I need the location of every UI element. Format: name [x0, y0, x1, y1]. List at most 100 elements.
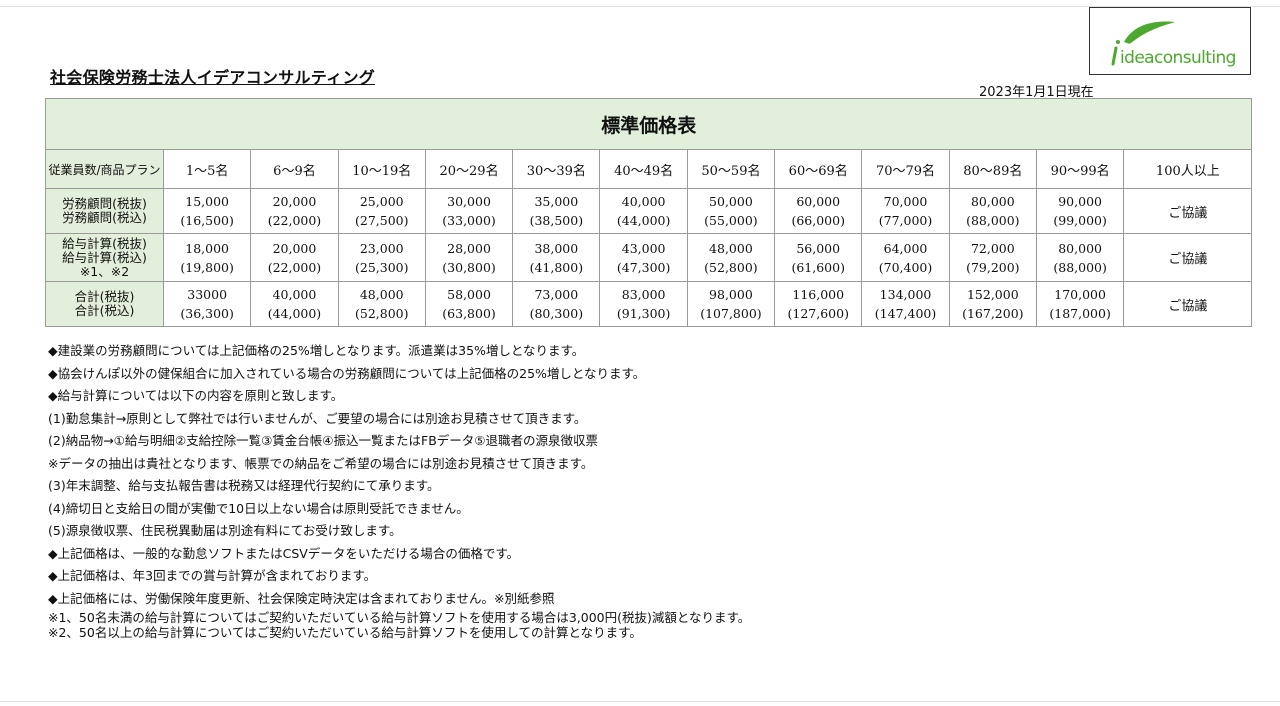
price-excl-tax: 20,000: [272, 194, 317, 209]
column-header: 80～89名: [948, 149, 1037, 189]
price-cell: 33000 (36,300): [162, 281, 252, 327]
price-excl-tax: 43,000: [621, 240, 666, 256]
price-table: 標準価格表 従業員数/商品プラン 1～5名 6～9名 10～19名 20～29名…: [44, 98, 1253, 327]
bottom-divider: [0, 701, 1280, 702]
note-line: ◆建設業の労務顧問については上記価格の25%増しとなります。派遣業は35%増しと…: [48, 343, 585, 358]
note-line: ※データの抽出は貴社となります、帳票での納品をご希望の場合には別途お見積させて頂…: [48, 455, 594, 471]
price-incl-tax: (79,200): [966, 259, 1020, 275]
price-cell: 80,000 (88,000): [948, 188, 1037, 234]
price-incl-tax: (70,400): [878, 259, 933, 275]
price-incl-tax: (167,200): [962, 306, 1024, 321]
price-excl-tax: 33000: [187, 287, 228, 302]
column-header: 1～5名: [162, 149, 252, 189]
price-excl-tax: 56,000: [796, 240, 841, 256]
table-row: 合計(税抜) 合計(税込) 33000 (36,300) 40,000 (44,000…: [45, 281, 1253, 327]
price-excl-tax: 23,000: [359, 240, 404, 256]
table-title: 標準価格表: [44, 98, 1253, 150]
column-header: 40～49名: [599, 149, 688, 189]
footnote-line: ※1、50名未満の給与計算についてはご契約いただいている給与計算ソフトを使用する…: [48, 610, 751, 625]
price-excl-tax: 80,000: [1058, 240, 1102, 256]
price-cell: 56,000 (61,600): [774, 233, 863, 282]
price-incl-tax: (187,000): [1049, 306, 1111, 321]
price-excl-tax: 18,000: [185, 240, 230, 256]
row-label-line: 給与計算(税込): [62, 249, 147, 265]
price-cell: 20,000 (22,000): [250, 188, 339, 234]
column-header: 70～79名: [861, 149, 950, 189]
price-incl-tax: (33,000): [442, 213, 496, 228]
note-line: (5)源泉徴収票、住民税異動届は別途有料にてお受け致します。: [48, 523, 402, 538]
price-incl-tax: (66,000): [791, 213, 845, 228]
price-excl-tax: 48,000: [709, 240, 753, 256]
price-incl-tax: (107,800): [700, 306, 762, 321]
price-excl-tax: 70,000: [883, 194, 928, 209]
note-line: (3)年末調整、給与支払報告書は税務又は経理代行契約にて承ります。: [48, 478, 440, 493]
row-label-line: 労務顧問(税抜): [62, 196, 147, 211]
price-excl-tax: 83,000: [621, 287, 666, 302]
price-incl-tax: (30,800): [442, 259, 496, 275]
price-excl-tax: 48,000: [359, 287, 404, 302]
price-cell: 23,000 (25,300): [337, 233, 426, 282]
price-excl-tax: 25,000: [359, 194, 404, 209]
price-excl-tax: 38,000: [534, 240, 579, 256]
table-row: 労務顧問(税抜) 労務顧問(税込) 15,000 (16,500) 20,000 (2…: [45, 188, 1253, 234]
price-excl-tax: 90,000: [1058, 194, 1102, 209]
price-cell: 35,000 (38,500): [512, 188, 601, 234]
price-incl-tax: (63,800): [442, 306, 496, 321]
price-cell: 40,000 (44,000): [599, 188, 688, 234]
price-excl-tax: 28,000: [447, 240, 491, 256]
price-incl-tax: (25,300): [354, 259, 409, 275]
notes: ◆建設業の労務顧問については上記価格の25%増しとなります。派遣業は35%増しと…: [48, 340, 750, 640]
note-line: (1)勤怠集計→原則として弊社では行いませんが、ご要望の場合には別途お見積させて…: [48, 410, 587, 426]
consultation-cell: ご協議: [1123, 188, 1253, 234]
price-excl-tax: 40,000: [272, 287, 317, 302]
price-incl-tax: (61,600): [791, 259, 845, 275]
price-excl-tax: 98,000: [709, 287, 753, 302]
note-line: ◆給与計算については以下の内容を原則と致します。: [48, 388, 344, 403]
row-label: 給与計算(税抜) 給与計算(税込) ※1、※2: [45, 233, 164, 282]
price-excl-tax: 73,000: [534, 287, 579, 302]
column-header: 20～29名: [424, 149, 514, 189]
price-cell: 72,000 (79,200): [948, 233, 1037, 282]
column-header: 30～39名: [512, 149, 601, 189]
price-excl-tax: 60,000: [796, 194, 841, 209]
price-excl-tax: 116,000: [792, 287, 845, 302]
price-excl-tax: 35,000: [534, 194, 579, 209]
column-header: 60～69名: [774, 149, 863, 189]
price-cell: 28,000 (30,800): [424, 233, 514, 282]
top-divider: [0, 6, 1280, 7]
price-cell: 58,000 (63,800): [424, 281, 514, 327]
price-incl-tax: (44,000): [267, 306, 322, 321]
note-line: (4)締切日と支給日の間が実働で10日以上ない場合は原則受託できません。: [48, 500, 469, 516]
price-incl-tax: (52,800): [704, 259, 758, 275]
footnote-line: ※2、50名以上の給与計算についてはご契約いただいている給与計算ソフトを使用して…: [48, 625, 642, 640]
row-label: 労務顧問(税抜) 労務顧問(税込): [45, 188, 164, 234]
price-cell: 80,000 (88,000): [1035, 233, 1125, 282]
price-excl-tax: 134,000: [879, 287, 932, 302]
price-excl-tax: 50,000: [709, 194, 753, 209]
column-header: 90～99名: [1035, 149, 1125, 189]
price-excl-tax: 72,000: [970, 240, 1015, 256]
company-logo: ideaconsulting: [1089, 7, 1251, 75]
note-line: ◆協会けんぽ以外の健保組合に加入されている場合の労務顧問については上記価格の25…: [48, 365, 646, 381]
price-cell: 25,000 (27,500): [337, 188, 426, 234]
price-incl-tax: (99,000): [1053, 213, 1107, 228]
price-incl-tax: (52,800): [354, 306, 409, 321]
price-incl-tax: (38,500): [529, 213, 584, 228]
price-cell: 134,000 (147,400): [861, 281, 950, 327]
price-cell: 15,000 (16,500): [162, 188, 252, 234]
table-row: 給与計算(税抜) 給与計算(税込) ※1、※2 18,000 (19,800) 20…: [45, 233, 1253, 282]
price-cell: 18,000 (19,800): [162, 233, 252, 282]
table-header-row: 従業員数/商品プラン 1～5名 6～9名 10～19名 20～29名 30～39…: [45, 149, 1253, 189]
row-label-line: 合計(税抜): [74, 289, 135, 304]
price-cell: 64,000 (70,400): [861, 233, 950, 282]
column-header: 50～59名: [686, 149, 776, 189]
price-incl-tax: (22,000): [267, 259, 322, 275]
price-incl-tax: (27,500): [354, 213, 409, 228]
corner-header: 従業員数/商品プラン: [45, 149, 164, 189]
note-line: (2)納品物→①給与明細②支給控除一覧③賃金台帳④振込一覧またはFBデータ⑤退職…: [48, 433, 598, 448]
price-cell: 38,000 (41,800): [512, 233, 601, 282]
column-header: 10～19名: [337, 149, 426, 189]
price-incl-tax: (36,300): [180, 306, 234, 321]
column-header: 100人以上: [1123, 149, 1253, 189]
price-cell: 60,000 (66,000): [774, 188, 863, 234]
